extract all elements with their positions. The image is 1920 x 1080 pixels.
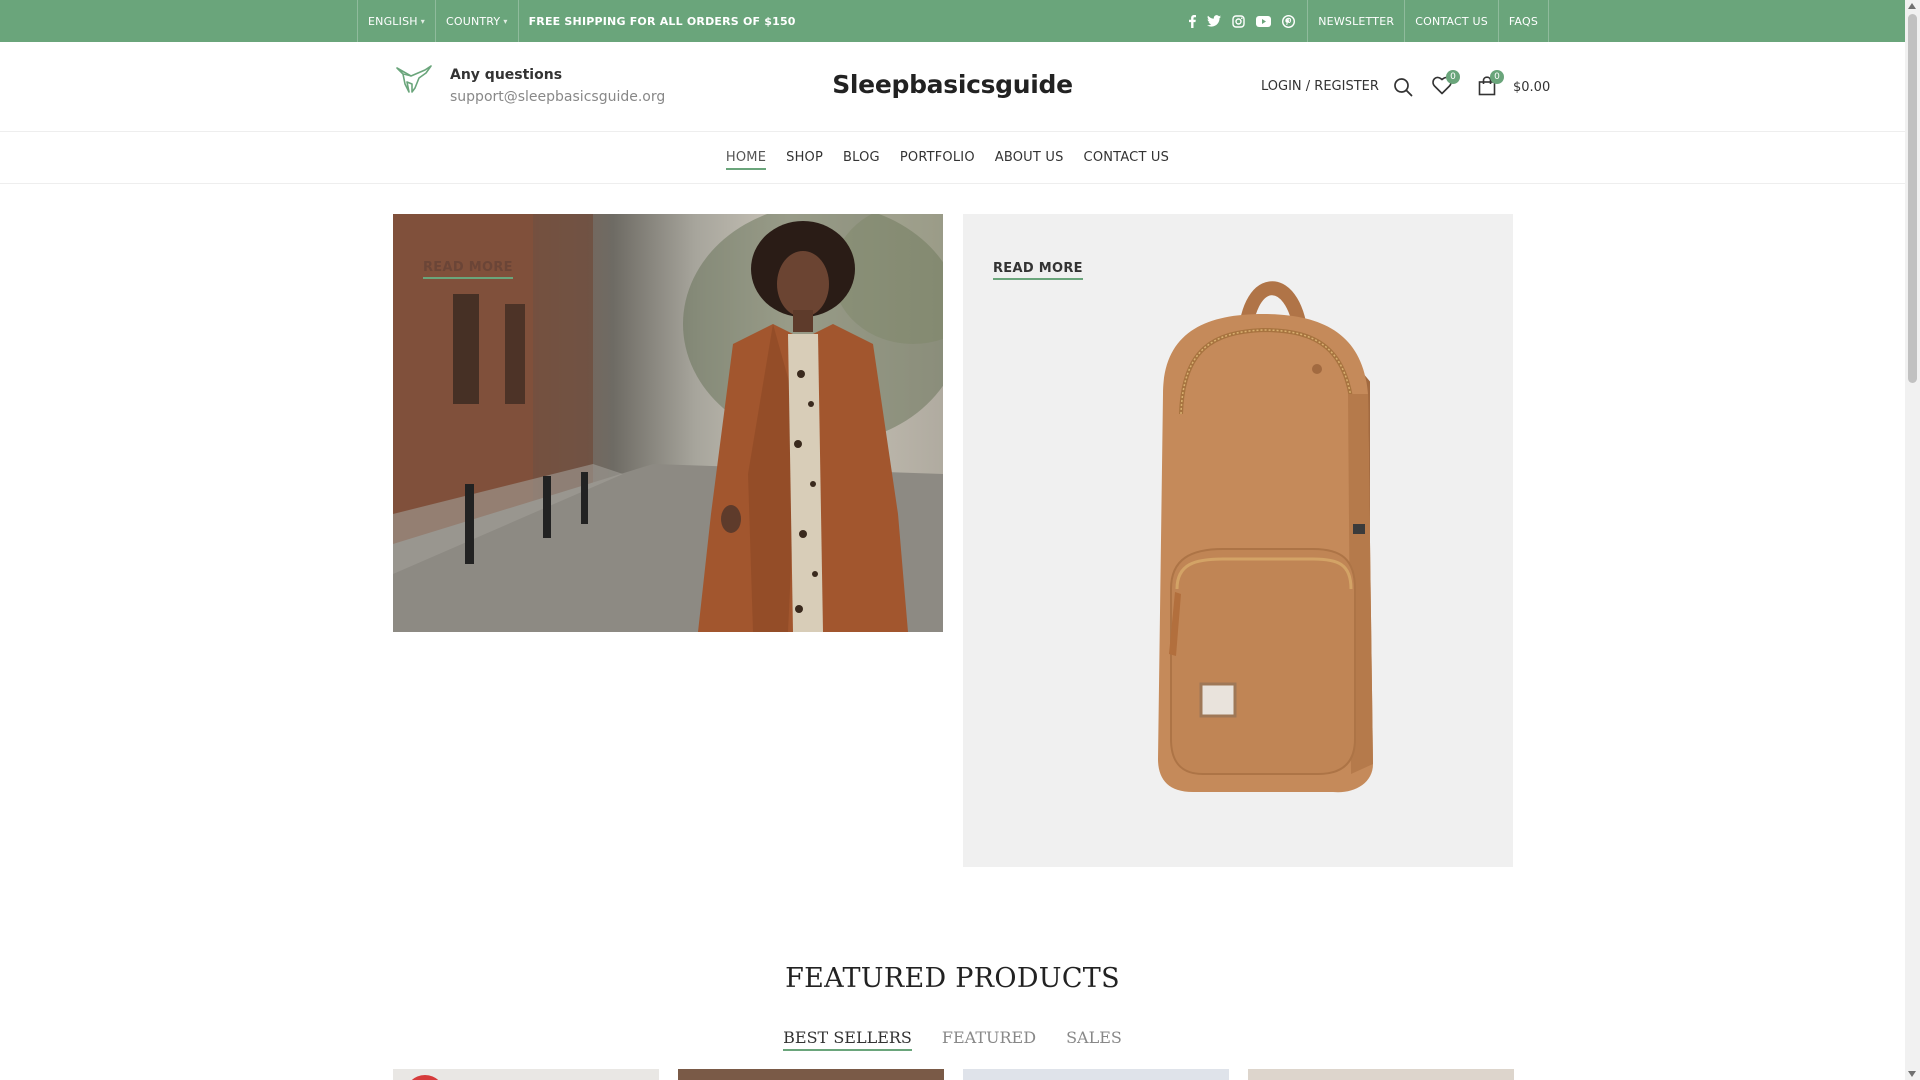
nav-item-home[interactable]: HOME bbox=[725, 146, 767, 170]
banner-coat-read-more[interactable]: READ MORE bbox=[423, 260, 513, 279]
newsletter-label: NEWSLETTER bbox=[1318, 14, 1395, 28]
top-bar-inner: ENGLISH ▾ COUNTRY ▾ FREE SHIPPING FOR AL… bbox=[357, 0, 1549, 42]
nav-item-shop[interactable]: SHOP bbox=[786, 146, 823, 169]
site-brand[interactable]: Sleepbasicsguide bbox=[0, 70, 1905, 99]
tab-sales[interactable]: SALES bbox=[1066, 1028, 1122, 1049]
site-header: Any questions support@sleepbasicsguide.o… bbox=[0, 42, 1905, 132]
banner-backpack-read-more[interactable]: READ MORE bbox=[993, 261, 1083, 280]
faqs-label: FAQS bbox=[1508, 14, 1538, 28]
banner-backpack-image bbox=[1158, 281, 1373, 793]
shipping-notice-text: FREE SHIPPING FOR ALL ORDERS OF $150 bbox=[528, 14, 796, 28]
cart-count-badge: 0 bbox=[1490, 70, 1504, 84]
product-card[interactable] bbox=[1248, 1069, 1514, 1080]
product-card[interactable] bbox=[678, 1069, 944, 1080]
nav-item-contact-us[interactable]: CONTACT US bbox=[1084, 146, 1170, 169]
sale-badge bbox=[405, 1075, 445, 1080]
cart-total[interactable]: $0.00 bbox=[1513, 80, 1550, 95]
product-tabs: BEST SELLERS FEATURED SALES bbox=[0, 1028, 1905, 1051]
main-nav: HOME SHOP BLOG PORTFOLIO ABOUT US CONTAC… bbox=[0, 132, 1905, 184]
nav-item-about-us[interactable]: ABOUT US bbox=[995, 146, 1064, 169]
page-scrollbar[interactable] bbox=[1905, 0, 1920, 1080]
chevron-down-icon: ▾ bbox=[420, 16, 425, 26]
top-bar: ENGLISH ▾ COUNTRY ▾ FREE SHIPPING FOR AL… bbox=[0, 0, 1905, 42]
facebook-icon[interactable] bbox=[1189, 14, 1197, 28]
product-card[interactable] bbox=[963, 1069, 1229, 1080]
nav-item-blog[interactable]: BLOG bbox=[843, 146, 880, 169]
tab-featured[interactable]: FEATURED bbox=[942, 1028, 1036, 1049]
faqs-link[interactable]: FAQS bbox=[1497, 0, 1549, 42]
promo-banner-coat[interactable]: READ MORE bbox=[393, 214, 943, 632]
promo-banner-backpack[interactable]: READ MORE bbox=[963, 214, 1513, 867]
nav-item-portfolio[interactable]: PORTFOLIO bbox=[900, 146, 975, 169]
social-icons bbox=[1177, 14, 1307, 28]
featured-products-title: FEATURED PRODUCTS bbox=[785, 963, 1120, 994]
top-contact-label: CONTACT US bbox=[1415, 14, 1488, 28]
cart-button[interactable]: 0 bbox=[1478, 70, 1504, 98]
top-contact-link[interactable]: CONTACT US bbox=[1404, 0, 1498, 42]
wishlist-button[interactable]: 0 bbox=[1432, 70, 1460, 98]
scroll-down-arrow-icon[interactable] bbox=[1908, 1071, 1916, 1077]
scroll-up-arrow-icon[interactable] bbox=[1908, 3, 1916, 9]
instagram-icon[interactable] bbox=[1232, 14, 1245, 28]
language-selector[interactable]: ENGLISH ▾ bbox=[357, 0, 435, 42]
product-card[interactable] bbox=[393, 1069, 659, 1080]
country-selector[interactable]: COUNTRY ▾ bbox=[434, 0, 518, 42]
twitter-icon[interactable] bbox=[1207, 15, 1222, 27]
country-label: COUNTRY bbox=[445, 14, 501, 28]
chevron-down-icon: ▾ bbox=[503, 16, 508, 26]
pinterest-icon[interactable] bbox=[1282, 14, 1296, 28]
language-label: ENGLISH bbox=[368, 14, 418, 28]
wishlist-count-badge: 0 bbox=[1446, 70, 1460, 84]
scrollbar-thumb[interactable] bbox=[1908, 14, 1917, 383]
youtube-icon[interactable] bbox=[1256, 15, 1272, 27]
login-register-link[interactable]: LOGIN / REGISTER bbox=[1261, 79, 1379, 94]
shipping-notice: FREE SHIPPING FOR ALL ORDERS OF $150 bbox=[517, 0, 806, 42]
newsletter-link[interactable]: NEWSLETTER bbox=[1307, 0, 1404, 42]
search-icon[interactable] bbox=[1393, 77, 1413, 97]
tab-best-sellers[interactable]: BEST SELLERS bbox=[783, 1028, 912, 1051]
